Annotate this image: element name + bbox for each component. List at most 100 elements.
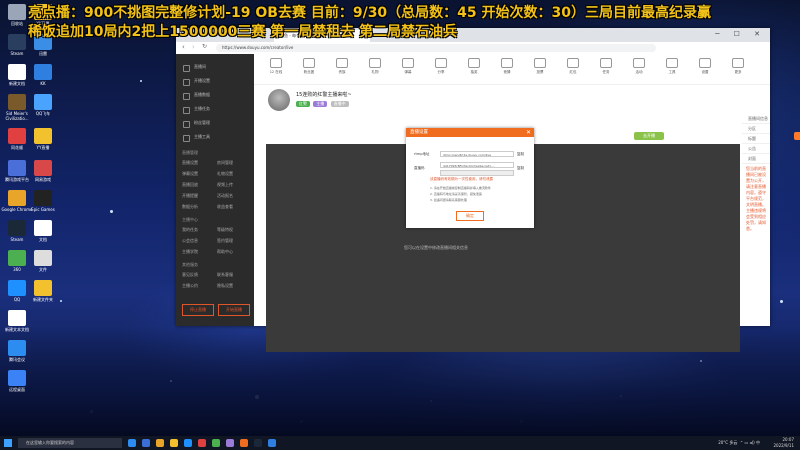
app-icon[interactable] xyxy=(226,439,234,447)
desktop-icon[interactable]: 网易游戏 xyxy=(26,160,60,182)
app-icon xyxy=(8,250,26,266)
tool-item[interactable]: 活动 xyxy=(627,58,651,75)
tool-item[interactable]: 竞猜 xyxy=(495,58,519,75)
desktop-icon[interactable]: 新建文本文档 xyxy=(0,310,34,332)
tag[interactable]: 直播中 xyxy=(330,101,349,107)
refresh-icon[interactable]: ↻ xyxy=(202,43,207,50)
key-field-masked[interactable] xyxy=(440,170,514,176)
start-icon[interactable] xyxy=(4,439,12,447)
tool-item[interactable]: 抽奖 xyxy=(462,58,486,75)
stop-live-button[interactable]: 停止直播 xyxy=(182,304,214,316)
sidebar-link[interactable]: 房间管理 xyxy=(217,158,248,167)
tool-item[interactable]: 分享 xyxy=(429,58,453,75)
tool-item[interactable]: 任务 xyxy=(594,58,618,75)
desktop-icon[interactable]: 新建文件夹 xyxy=(26,280,60,302)
desktop-icon[interactable]: 文档 xyxy=(26,220,60,242)
sidebar-link[interactable]: 视频上传 xyxy=(217,180,248,189)
desktop-icon[interactable]: YY直播 xyxy=(26,128,60,150)
qq-icon[interactable] xyxy=(184,439,192,447)
sidebar-link[interactable]: 直播回放 xyxy=(182,180,213,189)
window-controls[interactable]: ─ ☐ ✕ xyxy=(715,30,766,38)
tool-item[interactable]: 弹幕 xyxy=(396,58,420,75)
sidebar-link[interactable]: 活动报名 xyxy=(217,191,248,200)
tool-item[interactable]: 投票 xyxy=(528,58,552,75)
back-icon[interactable]: ‹ xyxy=(182,43,185,51)
desktop-icon-label: 网易游戏 xyxy=(35,177,51,182)
copy-key-button[interactable]: 复制 xyxy=(517,166,524,171)
tool-item[interactable]: 礼物 xyxy=(363,58,387,75)
app-icon xyxy=(8,190,26,206)
sidebar-item[interactable]: 直播数据 xyxy=(176,88,254,102)
avatar[interactable] xyxy=(268,89,290,111)
sidebar-link[interactable]: 开播提醒 xyxy=(182,191,213,200)
sidebar-link[interactable]: 等级特权 xyxy=(217,225,248,234)
desktop-icon[interactable]: Epic Games xyxy=(26,190,60,212)
panel-row[interactable]: 公告 xyxy=(742,144,770,154)
sidebar-item[interactable]: 主播工具 xyxy=(176,130,254,144)
clock[interactable]: 20:07 2022/9/11 xyxy=(773,437,794,449)
sidebar-link[interactable]: 直播设置 xyxy=(182,158,213,167)
key-field[interactable]: 4417095rBFOhzcXm?wsSecret=... xyxy=(440,162,514,168)
sidebar-item[interactable]: 直播间 xyxy=(176,60,254,74)
ime-indicator[interactable]: 中 xyxy=(756,440,760,445)
desktop-icon[interactable]: 腾讯会议 xyxy=(0,340,34,362)
sidebar-link[interactable]: 收益查看 xyxy=(217,202,248,211)
panel-row[interactable]: 标题 xyxy=(742,134,770,144)
tool-item[interactable]: 更多 xyxy=(726,58,750,75)
app-icon[interactable] xyxy=(212,439,220,447)
tool-item[interactable]: 设置 xyxy=(693,58,717,75)
sidebar-link[interactable]: 主播学院 xyxy=(182,247,213,256)
desktop-icon[interactable]: 文件 xyxy=(26,250,60,272)
sidebar-link[interactable]: 我的任务 xyxy=(182,225,213,234)
desktop-icon[interactable]: KK xyxy=(26,64,60,86)
tag[interactable]: 红警 xyxy=(296,101,310,107)
task-view-icon[interactable] xyxy=(128,439,136,447)
tool-item[interactable]: 12 在线 xyxy=(264,58,288,75)
sidebar-item[interactable]: 开播设置 xyxy=(176,74,254,88)
tool-item[interactable]: 红包 xyxy=(561,58,585,75)
confirm-button[interactable]: 确定 xyxy=(456,211,484,221)
rtmp-field[interactable]: rtmp://sendtc3a.douyu.com/live xyxy=(440,151,514,157)
sidebar-link[interactable]: 隐私设置 xyxy=(217,281,248,290)
app-icon[interactable] xyxy=(198,439,206,447)
panel-row[interactable]: 分区 xyxy=(742,124,770,134)
sidebar-link[interactable]: 数据分析 xyxy=(182,202,213,211)
app-icon[interactable] xyxy=(268,439,276,447)
desktop-icon[interactable]: 远程桌面 xyxy=(0,370,34,392)
sidebar-link[interactable]: 主播公约 xyxy=(182,281,213,290)
taskbar-search[interactable]: 在这里输入你要搜索的内容 xyxy=(18,438,122,448)
sidebar-link[interactable]: 意见反馈 xyxy=(182,270,213,279)
sidebar-link[interactable]: 弹幕设置 xyxy=(182,169,213,178)
tag[interactable]: 主播 xyxy=(313,101,328,107)
app-icon[interactable] xyxy=(240,439,248,447)
app-icon xyxy=(34,94,52,110)
sidebar-item[interactable]: 主播任务 xyxy=(176,102,254,116)
system-tray[interactable]: 20°C 多云 ⌃ ▭ ◂)) 中 xyxy=(718,440,760,446)
address-bar[interactable]: https://www.douyu.com/creator/live xyxy=(216,44,656,52)
tool-item[interactable]: 工具 xyxy=(660,58,684,75)
start-live-button[interactable]: 开始直播 xyxy=(218,304,250,316)
weather-text[interactable]: 20°C 多云 xyxy=(718,440,737,445)
forward-icon[interactable]: › xyxy=(192,43,195,51)
close-icon[interactable]: ✕ xyxy=(526,128,531,137)
tool-item[interactable]: 贵族 xyxy=(330,58,354,75)
sidebar-link[interactable]: 礼物设置 xyxy=(217,169,248,178)
sidebar-link[interactable]: 联系客服 xyxy=(217,270,248,279)
sidebar-item[interactable]: 粉丝管理 xyxy=(176,116,254,130)
steam-icon[interactable] xyxy=(254,439,262,447)
stream-overlay-line2: 稀饭追加10局内2把上1500000三赛 第一局禁租去 第二局禁石油兵 xyxy=(28,24,458,40)
sidebar-link[interactable]: 帮助中心 xyxy=(217,247,248,256)
sidebar-link[interactable]: 签约管理 xyxy=(217,236,248,245)
folder-icon[interactable] xyxy=(170,439,178,447)
sidebar-link[interactable]: 公会信息 xyxy=(182,236,213,245)
desktop-icon[interactable]: QQ飞车 xyxy=(26,94,60,116)
copy-rtmp-button[interactable]: 复制 xyxy=(517,152,524,157)
chrome-icon[interactable] xyxy=(156,439,164,447)
tool-item[interactable]: 粉丝团 xyxy=(297,58,321,75)
settings-button[interactable]: 设置 xyxy=(794,132,800,140)
tool-label: 弹幕 xyxy=(404,70,412,74)
go-live-button[interactable]: 去开播 xyxy=(634,132,664,140)
panel-row[interactable]: 封面 xyxy=(742,154,770,164)
note-line: 1. 请在开始直播前复制直播码并填入推流软件 xyxy=(430,186,491,190)
edge-icon[interactable] xyxy=(142,439,150,447)
